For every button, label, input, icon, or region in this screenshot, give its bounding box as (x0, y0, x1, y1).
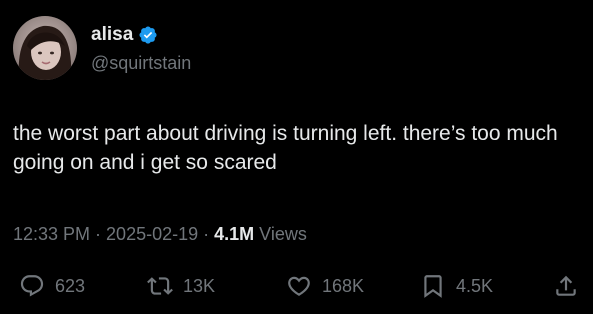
like-button[interactable]: 168K (286, 268, 364, 304)
display-name[interactable]: alisa (91, 24, 133, 46)
bookmark-count: 4.5K (456, 275, 494, 296)
repost-count: 13K (183, 275, 216, 296)
bookmark-icon (424, 275, 442, 298)
avatar-image (13, 16, 77, 80)
meta-separator: · (95, 224, 102, 244)
tweet-date[interactable]: 2025-02-19 (106, 224, 198, 245)
tweet-meta: 12:33 PM · 2025-02-19 · 4.1M Views (13, 224, 307, 245)
tweet-time[interactable]: 12:33 PM (13, 224, 90, 245)
meta-separator: · (203, 224, 210, 244)
share-button[interactable] (553, 268, 579, 304)
reply-count: 623 (55, 275, 86, 296)
user-handle[interactable]: @squirtstain (91, 53, 191, 74)
heart-icon (288, 276, 310, 296)
reply-icon (20, 275, 44, 297)
tweet-text: the worst part about driving is turning … (13, 122, 558, 174)
action-bar: 623 13K 168K 4.5K (0, 268, 593, 304)
views-count: 4.1M (214, 224, 255, 244)
name-row: alisa (91, 24, 158, 46)
bookmark-button[interactable]: 4.5K (420, 268, 493, 304)
share-icon (556, 275, 576, 296)
repost-icon (147, 277, 173, 295)
avatar[interactable] (13, 16, 77, 80)
verified-badge-icon[interactable] (138, 25, 158, 45)
repost-button[interactable]: 13K (147, 268, 215, 304)
views-label: Views (259, 224, 307, 244)
like-count: 168K (322, 275, 365, 296)
reply-button[interactable]: 623 (19, 268, 85, 304)
